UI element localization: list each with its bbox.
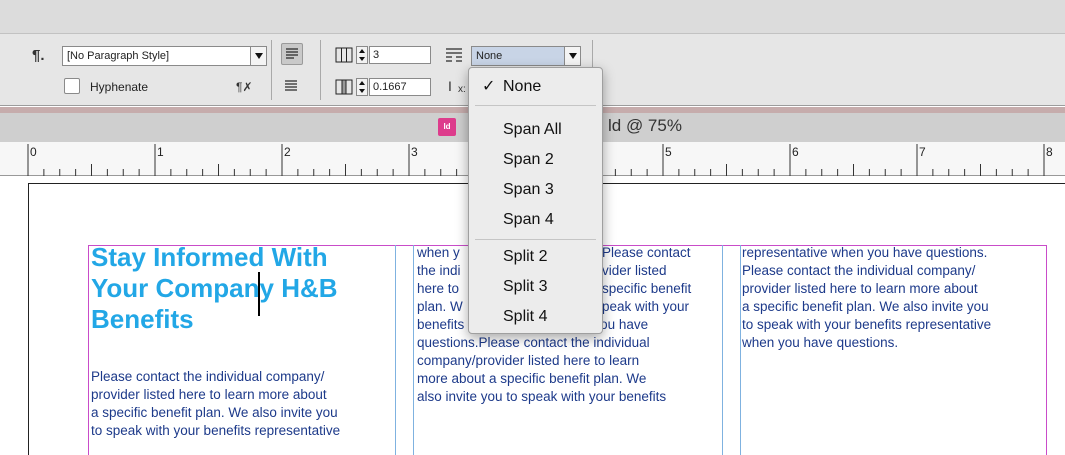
text-line: also invite you to speak with your benef… (417, 389, 667, 404)
menu-item-span-3[interactable]: Span 3 (469, 175, 602, 205)
margin-guide (1046, 245, 1047, 455)
text-line: to speak with your benefits representati… (91, 423, 341, 438)
text-fragment: here to (417, 281, 460, 296)
column-guide (740, 245, 741, 455)
margin-guide (88, 245, 89, 455)
menu-item-span-4[interactable]: Span 4 (469, 205, 602, 235)
paragraph-style-dropdown[interactable]: [No Paragraph Style] (62, 46, 267, 66)
ruler-number: 8 (1046, 145, 1053, 159)
text-line: a specific benefit plan. We also invite … (91, 405, 338, 420)
separator (271, 40, 272, 100)
chevron-down-icon[interactable] (250, 47, 266, 65)
menu-item-split-4[interactable]: Split 4 (469, 302, 602, 332)
align-left-icon (286, 48, 298, 59)
menu-separator (475, 105, 596, 106)
document-title[interactable]: ld @ 75% (608, 115, 682, 137)
menu-item-label: Split 2 (503, 248, 548, 265)
columns-icon (335, 47, 353, 63)
text-fragment: plan. W (417, 299, 463, 314)
menu-item-none[interactable]: ✓ None (469, 72, 602, 102)
text-cursor-icon: I (448, 78, 452, 94)
text-line: provider listed here to learn more about (742, 281, 978, 296)
menu-item-label: Span 2 (503, 151, 554, 168)
paragraph-composer-icon[interactable]: ¶✗ (236, 79, 253, 95)
span-columns-dropdown[interactable]: None (471, 46, 581, 66)
heading-line: Your Company H&B (91, 273, 338, 303)
menu-item-label: Span 4 (503, 211, 554, 228)
text-fragment: vider listed (602, 263, 667, 278)
text-fragment: specific benefit (602, 281, 692, 296)
text-fragment: the indi (417, 263, 461, 278)
text-line: when you have questions. (742, 335, 899, 350)
text-insertion-cursor (258, 272, 260, 316)
align-left-button[interactable] (281, 43, 303, 65)
ruler-number: 5 (665, 145, 672, 159)
paragraph-style-value: [No Paragraph Style] (67, 50, 170, 62)
text-line: Please contact the individual company/ (742, 263, 976, 278)
text-line: more about a specific benefit plan. We (417, 371, 647, 386)
ruler-number: 0 (30, 145, 37, 159)
menu-item-split-2[interactable]: Split 2 (469, 242, 602, 272)
story-heading[interactable]: Stay Informed With Your Company H&B Bene… (91, 242, 391, 335)
justify-button[interactable] (281, 76, 303, 98)
pilcrow-icon[interactable]: ¶. (32, 48, 45, 64)
text-line: company/provider listed here to learn (417, 353, 640, 368)
menu-separator (475, 239, 596, 240)
text-line: Please contact the individual company/ (91, 369, 325, 384)
columns-stepper[interactable] (356, 46, 368, 64)
span-columns-menu: ✓ None Span All Span 2 Span 3 Span 4 Spl… (468, 67, 603, 334)
text-fragment: when y (417, 245, 460, 260)
ruler-number: 2 (284, 145, 291, 159)
hyphenate-label: Hyphenate (90, 80, 149, 94)
span-columns-value: None (476, 50, 503, 62)
chevron-down-icon[interactable] (564, 47, 580, 65)
gutter-field[interactable]: 0.1667 (369, 78, 431, 96)
checkmark-icon: ✓ (482, 78, 496, 95)
menu-item-label: Split 4 (503, 308, 548, 325)
column-1-text[interactable]: Please contact the individual company/ p… (91, 368, 391, 440)
ruler-number: 1 (157, 145, 164, 159)
columns-field[interactable]: 3 (369, 46, 431, 64)
menu-item-label: Span 3 (503, 181, 554, 198)
ruler-number: 3 (411, 145, 418, 159)
page-edge (28, 183, 29, 455)
heading-line: Stay Informed With (91, 242, 328, 272)
indesign-app-icon: Id (438, 118, 456, 136)
menu-item-span-all[interactable]: Span All (469, 115, 602, 145)
span-columns-icon (446, 48, 462, 62)
hyphenate-checkbox[interactable] (64, 78, 80, 94)
menu-item-label: None (503, 78, 542, 95)
column-guide (413, 245, 414, 455)
text-line: representative when you have questions. (742, 245, 988, 260)
menu-item-split-3[interactable]: Split 3 (469, 272, 602, 302)
menu-item-span-2[interactable]: Span 2 (469, 145, 602, 175)
column-3-text[interactable]: representative when you have questions. … (742, 244, 1044, 352)
text-fragment: peak with your (602, 299, 690, 314)
heading-line: Benefits (91, 304, 194, 334)
window-top-strip (0, 0, 1065, 34)
text-line: questions.Please contact the individual (417, 335, 650, 350)
column-guide (722, 245, 723, 455)
separator (320, 40, 321, 100)
text-line: provider listed here to learn more about (91, 387, 327, 402)
ruler-number: 7 (919, 145, 926, 159)
gutter-icon (335, 79, 353, 95)
baseline-label-icon: x: (458, 84, 466, 95)
text-line: a specific benefit plan. We also invite … (742, 299, 989, 314)
gutter-stepper[interactable] (356, 78, 368, 96)
menu-item-label: Span All (503, 121, 562, 138)
text-line: to speak with your benefits representati… (742, 317, 992, 332)
justify-icon (285, 80, 297, 91)
menu-item-label: Split 3 (503, 278, 548, 295)
column-guide (395, 245, 396, 455)
ruler-number: 6 (792, 145, 799, 159)
text-fragment: Please contact (602, 245, 691, 260)
